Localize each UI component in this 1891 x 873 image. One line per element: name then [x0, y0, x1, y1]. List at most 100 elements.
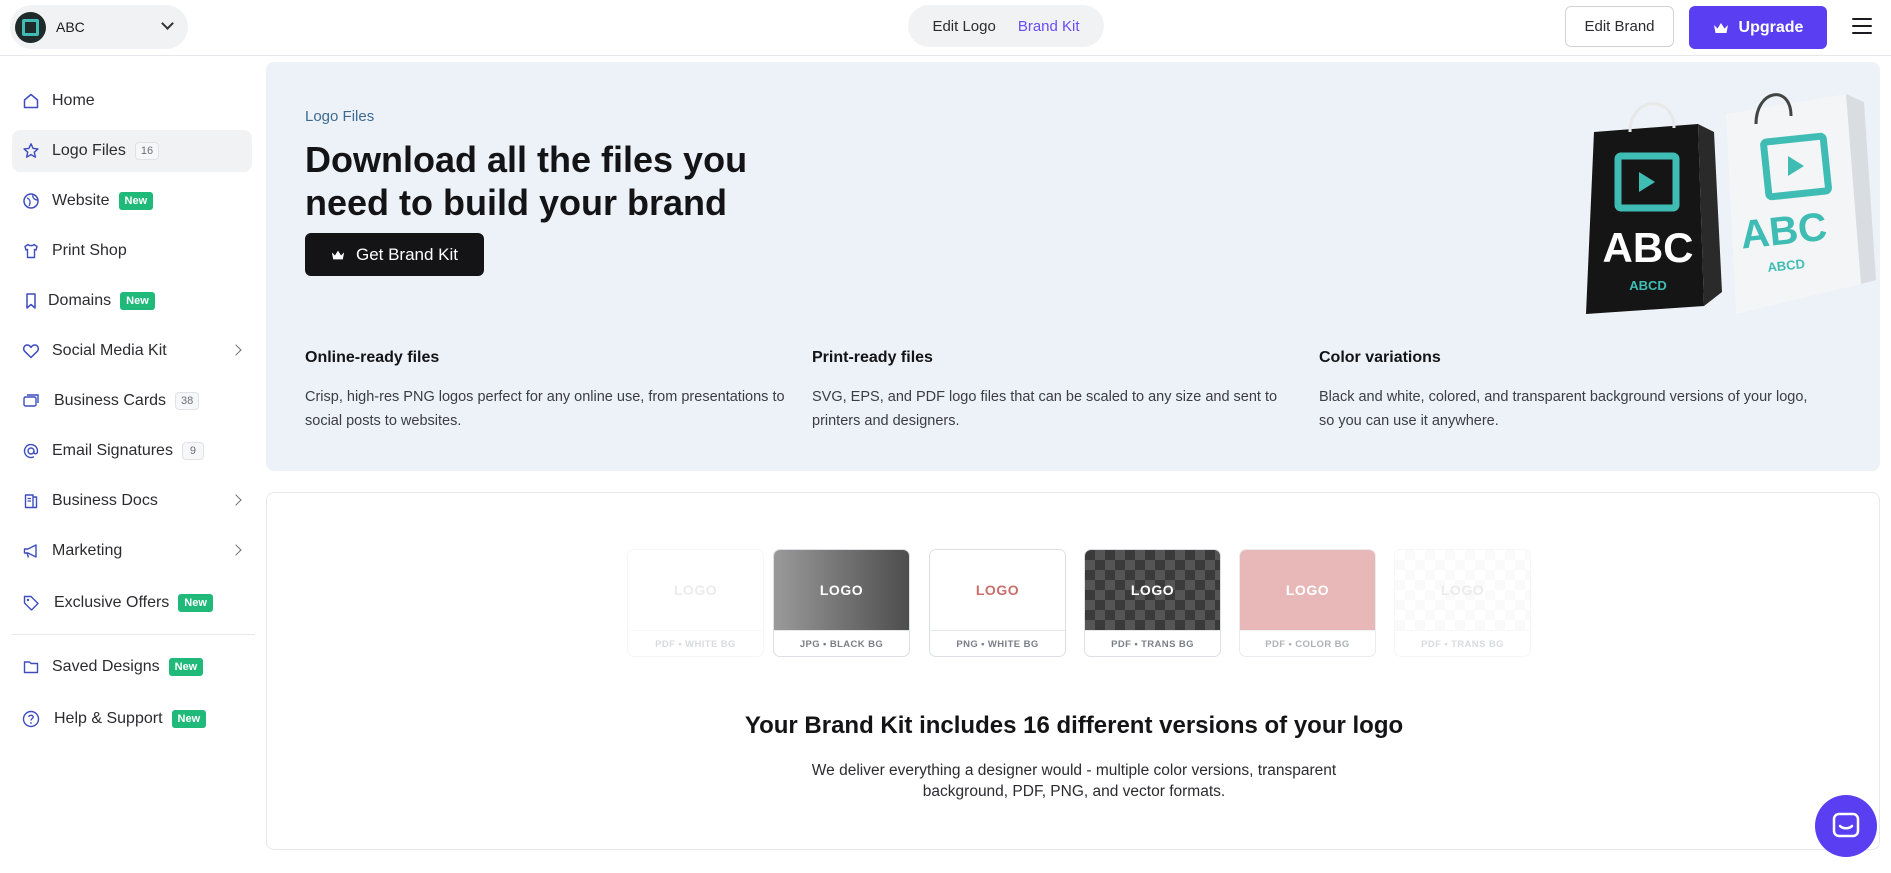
- crown-icon: [331, 250, 345, 259]
- sidebar-item-label: Logo Files: [52, 142, 126, 159]
- new-badge: New: [120, 292, 155, 310]
- document-icon: [22, 492, 40, 510]
- top-bar: ABC Edit Logo Brand Kit Edit Brand Upgra…: [0, 0, 1891, 56]
- tag-icon: [22, 594, 40, 612]
- sidebar-item-social-media-kit[interactable]: Social Media Kit: [12, 330, 252, 372]
- chevron-down-icon: [161, 17, 174, 30]
- sidebar-item-label: Saved Designs: [52, 658, 160, 675]
- logo-preview: LOGO: [1085, 550, 1220, 630]
- shopping-bags-illustration: ABC ABCD ABC ABCD: [1586, 93, 1876, 314]
- star-icon: [22, 142, 40, 160]
- sidebar-item-domains[interactable]: Domains New: [12, 280, 252, 322]
- bookmark-icon: [22, 292, 40, 310]
- sidebar-item-exclusive-offers[interactable]: Exclusive Offers New: [12, 582, 252, 624]
- feature-title: Online-ready files: [305, 349, 440, 366]
- count-badge: 38: [175, 392, 200, 410]
- logo-variant-caption: PDF • TRANS BG: [1085, 630, 1220, 656]
- logo-preview: LOGO: [628, 550, 763, 630]
- brand-kit-description: We deliver everything a designer would -…: [811, 762, 1337, 800]
- sidebar-item-home[interactable]: Home: [12, 80, 252, 122]
- sidebar-item-marketing[interactable]: Marketing: [12, 530, 252, 572]
- brand-kit-heading: Your Brand Kit includes 16 different ver…: [744, 712, 1404, 739]
- sidebar-item-label: Website: [52, 192, 110, 209]
- tab-brand-kit[interactable]: Brand Kit: [1018, 18, 1080, 35]
- feature-online-ready: Online-ready files Crisp, high-res PNG l…: [305, 349, 800, 433]
- get-brand-kit-button[interactable]: Get Brand Kit: [305, 233, 484, 276]
- logo-variant-tile: LOGO PDF • TRANS BG: [1084, 549, 1221, 657]
- sidebar-item-label: Print Shop: [52, 242, 127, 259]
- sidebar-item-saved-designs[interactable]: Saved Designs New: [12, 646, 252, 688]
- feature-description: Crisp, high-res PNG logos perfect for an…: [305, 389, 785, 429]
- new-badge: New: [171, 710, 207, 728]
- sidebar: Home Logo Files 16 Website New Print Sho…: [0, 56, 265, 873]
- logo-variant-tile: LOGO JPG • BLACK BG: [773, 549, 910, 657]
- feature-color-variations: Color variations Black and white, colore…: [1319, 349, 1814, 433]
- get-brand-kit-label: Get Brand Kit: [355, 244, 459, 264]
- heart-icon: [22, 342, 40, 360]
- count-badge: 9: [181, 442, 204, 460]
- at-icon: [22, 442, 40, 460]
- feature-description: SVG, EPS, and PDF logo files that can be…: [812, 389, 1278, 429]
- sidebar-item-label: Help & Support: [54, 710, 163, 727]
- feature-title: Print-ready files: [812, 349, 933, 366]
- sidebar-item-label: Marketing: [52, 542, 123, 559]
- feature-print-ready: Print-ready files SVG, EPS, and PDF logo…: [812, 349, 1307, 433]
- chat-support-button[interactable]: [1815, 795, 1877, 857]
- upgrade-button[interactable]: Upgrade: [1689, 6, 1827, 49]
- page-title: Download all the files you need to build…: [305, 139, 748, 223]
- logo-preview: LOGO: [1395, 550, 1530, 630]
- logo-variant-tile: LOGO PNG • WHITE BG: [929, 549, 1066, 657]
- new-badge: New: [168, 658, 204, 676]
- logo-preview: LOGO: [774, 550, 909, 630]
- sidebar-item-label: Exclusive Offers: [54, 594, 170, 611]
- chevron-right-icon: [230, 344, 242, 356]
- new-badge: New: [178, 594, 213, 612]
- sidebar-item-label: Business Cards: [54, 392, 167, 409]
- hero-panel: Logo Files Download all the files you ne…: [266, 62, 1880, 471]
- new-badge: New: [118, 192, 154, 210]
- brand-name: ABC: [56, 19, 85, 35]
- chevron-right-icon: [230, 544, 242, 556]
- sidebar-item-label: Social Media Kit: [52, 342, 167, 359]
- sidebar-item-logo-files[interactable]: Logo Files 16: [12, 130, 252, 172]
- edit-brand-button[interactable]: Edit Brand: [1565, 6, 1674, 47]
- sidebar-item-label: Email Signatures: [52, 442, 173, 459]
- hero-eyebrow: Logo Files: [305, 108, 375, 125]
- sidebar-item-label: Domains: [48, 292, 112, 309]
- sidebar-item-website[interactable]: Website New: [12, 180, 252, 222]
- home-icon: [22, 92, 40, 110]
- svg-text:ABCD: ABCD: [1629, 278, 1667, 293]
- shirt-icon: [22, 242, 40, 260]
- brand-kit-card: LOGO PDF • WHITE BG LOGO JPG • BLACK BG …: [266, 492, 1880, 850]
- sidebar-item-label: Home: [52, 92, 95, 109]
- logo-variant-caption: PDF • COLOR BG: [1240, 630, 1375, 656]
- logo-variant-caption: PDF • TRANS BG: [1395, 630, 1530, 656]
- brand-switcher[interactable]: ABC: [10, 5, 188, 49]
- tab-edit-logo[interactable]: Edit Logo: [932, 18, 995, 35]
- brand-avatar: [15, 11, 46, 43]
- sidebar-item-business-cards[interactable]: Business Cards 38: [12, 380, 252, 422]
- logo-variant-tile: LOGO PDF • TRANS BG: [1394, 549, 1531, 657]
- sidebar-divider: [12, 634, 255, 635]
- chat-icon: [1832, 812, 1860, 838]
- hamburger-menu-icon[interactable]: [1852, 18, 1872, 34]
- crown-icon: [1713, 22, 1728, 33]
- sidebar-item-print-shop[interactable]: Print Shop: [12, 230, 252, 272]
- feature-description: Black and white, colored, and transparen…: [1319, 389, 1808, 429]
- sidebar-item-email-signatures[interactable]: Email Signatures 9: [12, 430, 252, 472]
- logo-variant-tile: LOGO PDF • WHITE BG: [627, 549, 764, 657]
- logo-variant-caption: PNG • WHITE BG: [930, 630, 1065, 656]
- sidebar-item-help-support[interactable]: Help & Support New: [12, 698, 252, 740]
- folder-icon: [22, 658, 40, 676]
- card-icon: [22, 392, 40, 410]
- feature-title: Color variations: [1319, 349, 1441, 366]
- logo-preview: LOGO: [930, 550, 1065, 630]
- logo-variant-tile: LOGO PDF • COLOR BG: [1239, 549, 1376, 657]
- mode-toggle: Edit Logo Brand Kit: [908, 5, 1104, 47]
- sidebar-item-label: Business Docs: [52, 492, 158, 509]
- logo-preview: LOGO: [1240, 550, 1375, 630]
- count-badge: 16: [134, 142, 160, 160]
- logo-variant-caption: PDF • WHITE BG: [628, 630, 763, 656]
- sidebar-item-business-docs[interactable]: Business Docs: [12, 480, 252, 522]
- upgrade-label: Upgrade: [1738, 18, 1804, 36]
